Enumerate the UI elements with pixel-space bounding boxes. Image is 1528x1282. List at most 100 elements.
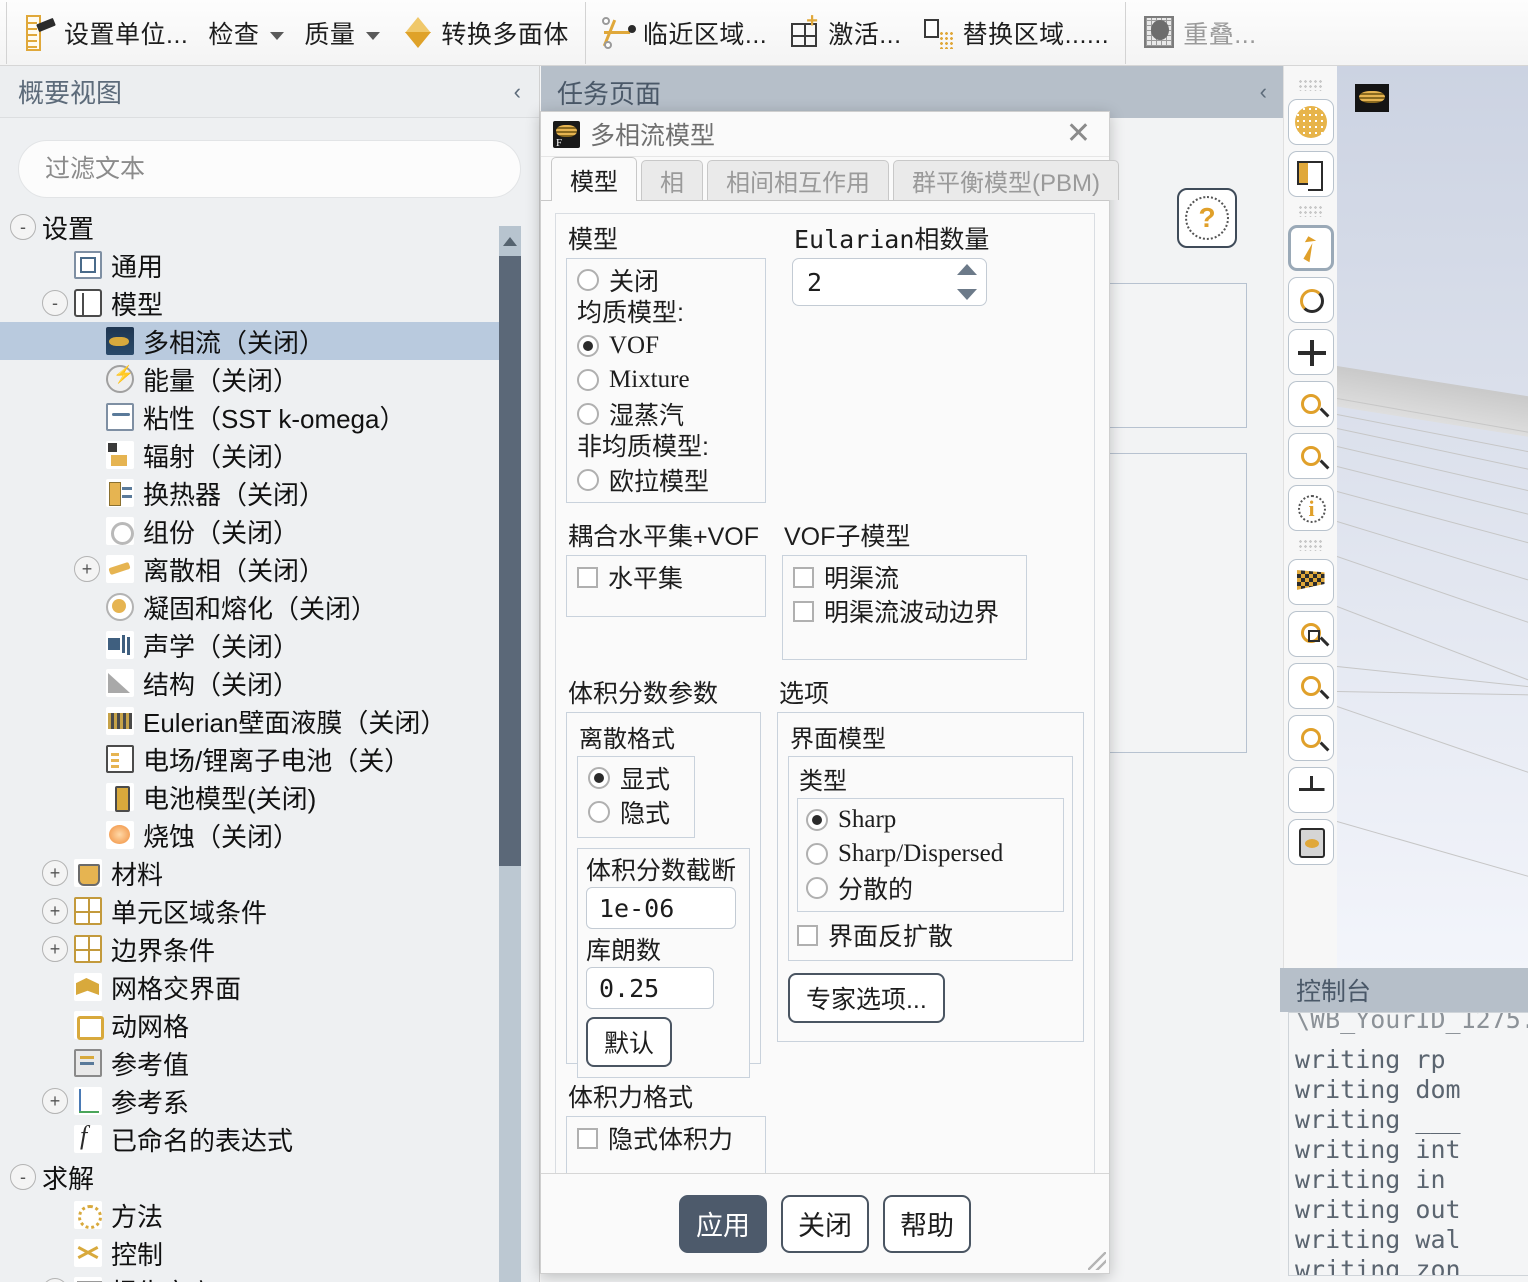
expand-toggle-icon[interactable]: + — [42, 1278, 68, 1282]
courant-number-input[interactable] — [586, 967, 714, 1009]
toolbar-item-adjacency[interactable]: 临近区域... — [592, 2, 777, 64]
help-button[interactable]: ? — [1177, 188, 1237, 248]
tree-item[interactable]: 换热器（关闭） — [0, 474, 500, 512]
tree-item[interactable]: 烧蚀（关闭） — [0, 816, 500, 854]
checkbox-open-channel-flow[interactable]: 明渠流 — [793, 560, 1016, 594]
tree-item[interactable]: + 离散相（关闭） — [0, 550, 500, 588]
zoom-in-icon[interactable] — [1287, 715, 1334, 761]
stepper-up-icon[interactable] — [957, 264, 977, 275]
filter-text-input[interactable] — [18, 140, 521, 198]
tree-item[interactable]: - 求解 — [0, 1158, 500, 1196]
zoom-magnifier-icon[interactable] — [1287, 433, 1334, 479]
tree-item[interactable]: + 边界条件 — [0, 930, 500, 968]
radio-icon[interactable] — [577, 335, 599, 357]
tree-item[interactable]: 凝固和熔化（关闭） — [0, 588, 500, 626]
tree-item[interactable]: 方法 — [0, 1196, 500, 1234]
tree-item[interactable]: + 材料 — [0, 854, 500, 892]
stepper-buttons[interactable] — [957, 264, 977, 300]
scroll-up-arrow-icon[interactable] — [499, 226, 521, 256]
toolbar-drag-handle[interactable] — [1297, 79, 1324, 91]
tree-item[interactable]: - 设置 — [0, 208, 500, 246]
zoom-box-icon[interactable] — [1287, 381, 1334, 427]
fit-to-window-icon[interactable] — [1287, 611, 1334, 657]
checkbox-icon[interactable] — [577, 1127, 598, 1149]
radio-option-eulerian[interactable]: 欧拉模型 — [577, 463, 755, 497]
tab-phase-interaction[interactable]: 相间相互作用 — [707, 160, 889, 200]
toolbar-item-convert-polyhedra[interactable]: 转换多面体 — [390, 2, 579, 64]
checkbox-icon[interactable] — [796, 924, 818, 946]
radio-sharp-dispersed[interactable]: Sharp/Dispersed — [805, 837, 1055, 871]
console-output[interactable]: \WB_YourID_1275. writing rp writing dom … — [1288, 1012, 1528, 1276]
checkbox-icon[interactable] — [793, 600, 814, 622]
tree-item[interactable]: + 报告定义 — [0, 1272, 500, 1282]
scrollbar-thumb[interactable] — [499, 256, 521, 866]
info-icon[interactable]: i — [1287, 485, 1334, 531]
tree-item[interactable]: 组份（关闭） — [0, 512, 500, 550]
radio-icon[interactable] — [577, 369, 599, 391]
radio-icon[interactable] — [805, 809, 828, 831]
collapse-task-panel-icon[interactable]: ‹ — [1260, 79, 1267, 105]
radio-option-off[interactable]: 关闭 — [577, 263, 755, 297]
radio-option-wet-steam[interactable]: 湿蒸汽 — [577, 397, 755, 431]
checkbox-open-channel-wave-bc[interactable]: 明渠流波动边界 — [793, 594, 1016, 628]
tree-item[interactable]: 已命名的表达式 — [0, 1120, 500, 1158]
tree-item[interactable]: + 参考系 — [0, 1082, 500, 1120]
tree-item[interactable]: 动网格 — [0, 1006, 500, 1044]
pan-view-icon[interactable] — [1287, 329, 1334, 375]
rotate-view-icon[interactable] — [1287, 277, 1334, 323]
expand-toggle-icon[interactable]: + — [42, 1088, 68, 1114]
tree-item[interactable]: 结构（关闭） — [0, 664, 500, 702]
apply-button[interactable]: 应用 — [679, 1194, 767, 1253]
mesh-display-icon[interactable] — [1287, 99, 1334, 145]
tree-item[interactable]: 参考值 — [0, 1044, 500, 1082]
collapse-toggle-icon[interactable]: - — [42, 290, 68, 316]
toolbar-item-set-units[interactable]: 设置单位... — [13, 2, 198, 64]
radio-icon[interactable] — [805, 877, 828, 899]
radio-icon[interactable] — [805, 843, 828, 865]
expand-toggle-icon[interactable]: + — [74, 556, 100, 582]
expand-toggle-icon[interactable]: + — [42, 898, 68, 924]
tab-model[interactable]: 模型 — [551, 157, 637, 201]
tree-item[interactable]: 能量（关闭） — [0, 360, 500, 398]
tree-item[interactable]: 辐射（关闭） — [0, 436, 500, 474]
tree-item[interactable]: - 模型 — [0, 284, 500, 322]
expert-options-button[interactable]: 专家选项... — [787, 973, 945, 1023]
radio-dispersed[interactable]: 分散的 — [805, 871, 1055, 905]
collapse-toggle-icon[interactable]: - — [10, 1164, 36, 1190]
tab-population-balance[interactable]: 群平衡模型(PBM) — [893, 160, 1119, 200]
axis-triad-icon[interactable] — [1287, 767, 1334, 813]
zoom-out-icon[interactable] — [1287, 663, 1334, 709]
tree-item[interactable]: 通用 — [0, 246, 500, 284]
radio-icon[interactable] — [588, 767, 610, 789]
eulerian-phases-stepper[interactable] — [792, 258, 987, 306]
scrollbar-trough[interactable] — [499, 866, 521, 1282]
graphics-viewport[interactable] — [1337, 66, 1528, 971]
radio-explicit[interactable]: 显式 — [588, 761, 684, 795]
tab-phases[interactable]: 相 — [641, 160, 703, 200]
radio-icon[interactable] — [577, 269, 599, 291]
expand-toggle-icon[interactable]: + — [42, 936, 68, 962]
close-icon[interactable]: ✕ — [1060, 119, 1097, 149]
help-button-dialog[interactable]: 帮助 — [883, 1194, 971, 1253]
toolbar-drag-handle[interactable] — [1297, 539, 1324, 551]
checkbox-icon[interactable] — [577, 566, 598, 588]
collapse-panel-icon[interactable]: ‹ — [514, 79, 521, 105]
tree-item[interactable]: 粘性（SST k-omega） — [0, 398, 500, 436]
volume-fraction-cutoff-input[interactable] — [586, 887, 736, 929]
tree-item[interactable]: 电场/锂离子电池（关） — [0, 740, 500, 778]
cube-geometry-icon[interactable] — [1287, 151, 1334, 197]
collapse-toggle-icon[interactable]: - — [10, 214, 36, 240]
radio-icon[interactable] — [588, 801, 610, 823]
resize-grip[interactable] — [1088, 1252, 1106, 1270]
radio-option-vof[interactable]: VOF — [577, 329, 755, 363]
toolbar-item-replace-zone[interactable]: 替换区域...... — [912, 2, 1120, 64]
lock-view-icon[interactable] — [1287, 819, 1334, 865]
checkbox-interfacial-anti-diffusion[interactable]: 界面反扩散 — [796, 918, 1064, 952]
radio-sharp[interactable]: Sharp — [805, 803, 1055, 837]
tree-item[interactable]: 多相流（关闭） — [0, 322, 500, 360]
radio-icon[interactable] — [577, 403, 599, 425]
toolbar-item-overset[interactable]: 重叠... — [1132, 2, 1266, 64]
toolbar-item-inspect[interactable]: 检查 — [198, 2, 294, 64]
checkbox-level-set[interactable]: 水平集 — [577, 560, 755, 594]
default-button[interactable]: 默认 — [586, 1017, 673, 1067]
